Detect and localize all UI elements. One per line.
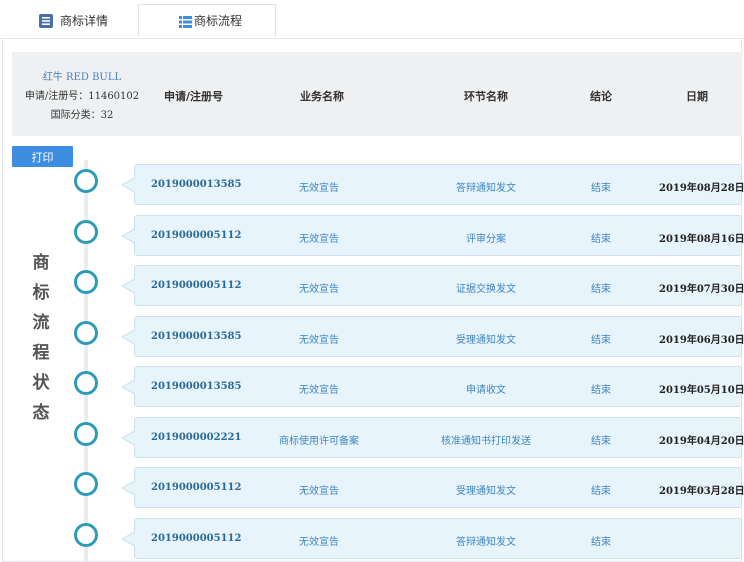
row-pointer-fill bbox=[123, 178, 136, 192]
cell-date: 2019年08月16日 bbox=[659, 234, 744, 245]
tab-trademark-details[interactable]: 商标详情 bbox=[28, 4, 138, 37]
row-pointer-fill bbox=[123, 229, 136, 243]
cell-reg-number: 2019000005112 bbox=[151, 482, 242, 493]
process-row[interactable]: 2019000013585 无效宣告 答辩通知发文 结束 2019年08月28日 bbox=[121, 164, 744, 205]
cell-result: 结束 bbox=[591, 335, 611, 346]
table-header: 申请/注册号 业务名称 环节名称 结论 日期 bbox=[152, 52, 742, 136]
tab-label: 商标流程 bbox=[194, 14, 243, 28]
cell-step-name: 答辩通知发文 bbox=[456, 537, 516, 548]
cell-result: 结束 bbox=[591, 436, 611, 447]
table-list-icon bbox=[179, 16, 192, 28]
cell-reg-number: 2019000013585 bbox=[151, 381, 242, 392]
cell-result: 结束 bbox=[591, 385, 611, 396]
row-pointer-fill bbox=[123, 380, 136, 394]
header-business-name: 业务名称 bbox=[300, 90, 344, 103]
header-reg-number: 申请/注册号 bbox=[164, 90, 224, 103]
timeline-node bbox=[74, 169, 98, 193]
process-row[interactable]: 2019000002221 商标使用许可备案 核准通知书打印发送 结束 2019年04月… bbox=[121, 417, 744, 458]
cell-step-name: 受理通知发文 bbox=[456, 335, 516, 346]
registration-number: 申请/注册号：11460102 bbox=[24, 91, 140, 102]
cell-date: 2019年07月30日 bbox=[659, 284, 744, 295]
header-date: 日期 bbox=[686, 90, 708, 103]
process-row[interactable]: 2019000013585 无效宣告 申请收文 结束 2019年05月10日 bbox=[121, 366, 744, 407]
row-pointer-fill bbox=[123, 279, 136, 293]
timeline-node bbox=[74, 220, 98, 244]
process-row[interactable]: 2019000013585 无效宣告 受理通知发文 结束 2019年06月30日 bbox=[121, 316, 744, 357]
cell-date: 2019年08月28日 bbox=[659, 183, 744, 194]
cell-date: 2019年03月28日 bbox=[659, 486, 744, 497]
header-step-name: 环节名称 bbox=[464, 90, 508, 103]
print-button[interactable]: 打印 bbox=[12, 146, 73, 167]
cell-date: 2019年05月10日 bbox=[659, 385, 744, 396]
cell-business-name: 商标使用许可备案 bbox=[279, 436, 359, 447]
process-row[interactable]: 2019000005112 无效宣告 受理通知发文 结束 2019年03月28日 bbox=[121, 467, 744, 508]
cell-business-name: 无效宣告 bbox=[299, 537, 339, 548]
trademark-name: 红牛 RED BULL bbox=[42, 72, 122, 83]
row-pointer-fill bbox=[123, 481, 136, 495]
cell-reg-number: 2019000005112 bbox=[151, 280, 242, 291]
document-list-icon bbox=[39, 14, 53, 28]
header-result: 结论 bbox=[590, 90, 612, 103]
row-pointer-fill bbox=[123, 330, 136, 344]
cell-result: 结束 bbox=[591, 284, 611, 295]
cell-result: 结束 bbox=[591, 234, 611, 245]
timeline-node bbox=[74, 422, 98, 446]
timeline-node bbox=[74, 270, 98, 294]
cell-step-name: 核准通知书打印发送 bbox=[441, 436, 531, 447]
process-row[interactable]: 2019000005112 无效宣告 评审分案 结束 2019年08月16日 bbox=[121, 215, 744, 256]
cell-business-name: 无效宣告 bbox=[299, 385, 339, 396]
cell-date: 2019年04月20日 bbox=[659, 436, 744, 447]
cell-reg-number: 2019000005112 bbox=[151, 230, 242, 241]
cell-step-name: 申请收文 bbox=[466, 385, 506, 396]
timeline-node bbox=[74, 472, 98, 496]
cell-result: 结束 bbox=[591, 537, 611, 548]
timeline-node bbox=[74, 321, 98, 345]
tab-label: 商标详情 bbox=[60, 14, 109, 28]
row-pointer-fill bbox=[123, 532, 136, 546]
cell-result: 结束 bbox=[591, 183, 611, 194]
cell-step-name: 证据交换发文 bbox=[456, 284, 516, 295]
cell-result: 结束 bbox=[591, 486, 611, 497]
cell-business-name: 无效宣告 bbox=[299, 183, 339, 194]
cell-step-name: 受理通知发文 bbox=[456, 486, 516, 497]
timeline-node bbox=[74, 523, 98, 547]
timeline-node bbox=[74, 371, 98, 395]
cell-business-name: 无效宣告 bbox=[299, 486, 339, 497]
cell-business-name: 无效宣告 bbox=[299, 234, 339, 245]
cell-step-name: 评审分案 bbox=[466, 234, 506, 245]
tab-trademark-process[interactable]: 商标流程 bbox=[138, 4, 276, 37]
cell-reg-number: 2019000002221 bbox=[151, 432, 242, 443]
cell-reg-number: 2019000013585 bbox=[151, 331, 242, 342]
vertical-title: 商 标 流 程 状 态 bbox=[32, 253, 50, 423]
cell-step-name: 答辩通知发文 bbox=[456, 183, 516, 194]
row-pointer-fill bbox=[123, 431, 136, 445]
cell-business-name: 无效宣告 bbox=[299, 284, 339, 295]
cell-reg-number: 2019000005112 bbox=[151, 533, 242, 544]
trademark-info-box: 红牛 RED BULL 申请/注册号：11460102 国际分类：32 bbox=[12, 52, 152, 136]
tab-bar: 商标详情 商标流程 bbox=[0, 0, 744, 39]
cell-date: 2019年06月30日 bbox=[659, 335, 744, 346]
cell-reg-number: 2019000013585 bbox=[151, 179, 242, 190]
cell-business-name: 无效宣告 bbox=[299, 335, 339, 346]
process-row[interactable]: 2019000005112 无效宣告 答辩通知发文 结束 bbox=[121, 518, 742, 559]
international-class: 国际分类：32 bbox=[50, 110, 114, 121]
process-row[interactable]: 2019000005112 无效宣告 证据交换发文 结束 2019年07月30日 bbox=[121, 265, 744, 306]
